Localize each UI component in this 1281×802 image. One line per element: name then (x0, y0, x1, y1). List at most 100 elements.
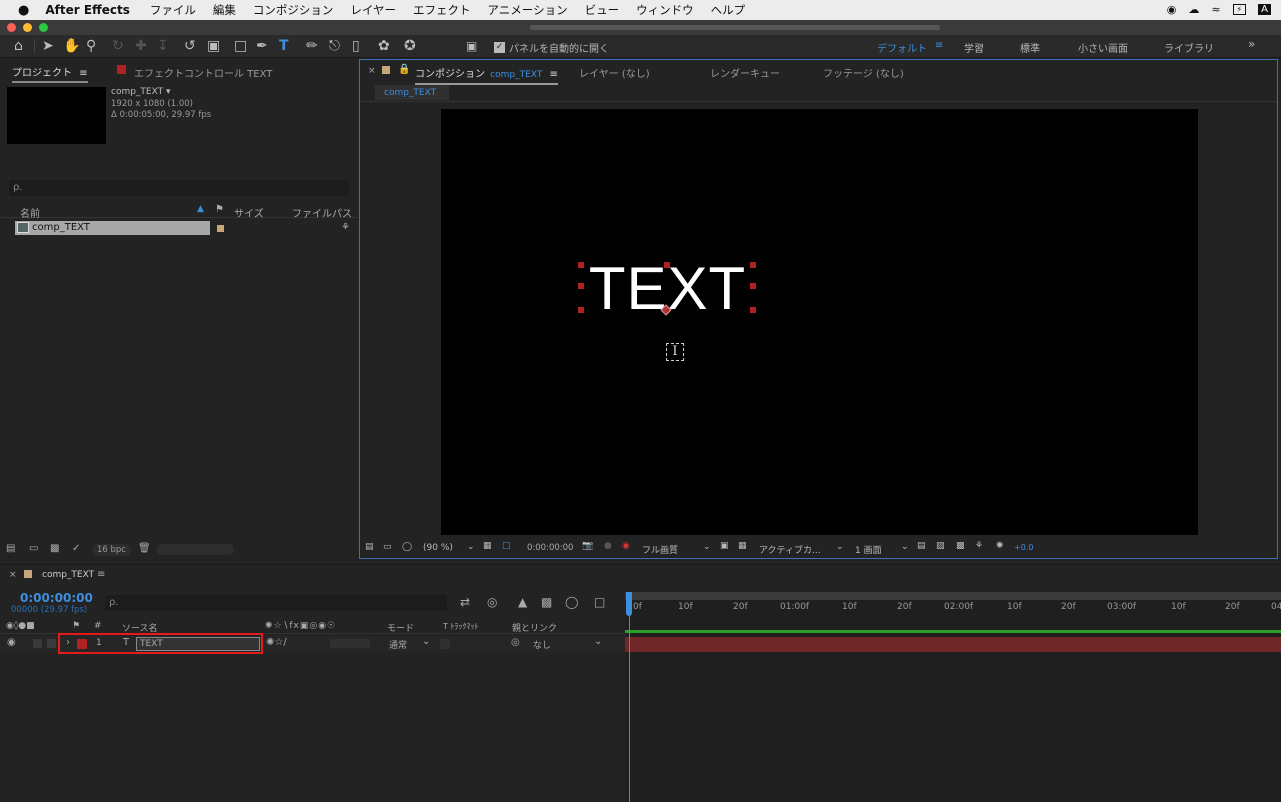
vr-icon[interactable]: ◯ (402, 542, 412, 552)
rotation-tool-icon[interactable]: ↺ (184, 37, 196, 55)
label-column-icon[interactable]: ⚑ (72, 621, 80, 631)
navigator-bar[interactable] (625, 592, 1281, 600)
panel-menu-icon[interactable]: ≡ (550, 69, 558, 80)
tab-render-queue[interactable]: レンダーキュー (710, 65, 780, 80)
zoom-dropdown[interactable]: (90 %) (423, 543, 453, 553)
menu-window[interactable]: ウィンドウ (636, 2, 694, 18)
brush-tool-icon[interactable]: ✏ (306, 37, 318, 55)
interpret-footage-icon[interactable]: ▤ (6, 543, 15, 554)
menu-help[interactable]: ヘルプ (711, 2, 746, 18)
project-search-input[interactable]: ρ. (9, 180, 349, 196)
shy-layers-icon[interactable]: ▲ (518, 595, 527, 609)
new-folder-icon[interactable]: ▭ (29, 543, 38, 554)
tab-effect-controls[interactable]: エフェクトコントロール TEXT (134, 65, 272, 80)
creative-cloud-icon[interactable]: ☁ (1188, 3, 1199, 16)
composition-canvas[interactable]: TEXT I (441, 109, 1198, 535)
chevron-down-icon[interactable]: ⌄ (422, 636, 430, 647)
column-filepath[interactable]: ファイルパス (292, 205, 352, 220)
wifi-icon[interactable]: ≈ (1211, 3, 1220, 16)
bbox-handle[interactable] (750, 262, 756, 268)
motion-blur-icon[interactable]: ◯ (565, 595, 578, 609)
chevron-down-icon[interactable]: ⌄ (467, 542, 475, 552)
sort-ascending-icon[interactable]: ▲ (197, 204, 204, 214)
comp-navigator-tab[interactable]: comp_TEXT (375, 85, 449, 100)
roto-brush-tool-icon[interactable]: ✿ (378, 37, 390, 55)
always-preview-icon[interactable]: ▤ (365, 542, 374, 552)
auto-open-panels-checkbox[interactable]: ✓ パネルを自動的に開く (494, 40, 609, 55)
menu-edit[interactable]: 編集 (213, 2, 236, 18)
time-ruler[interactable]: 0f 10f 20f 01:00f 10f 20f 02:00f 10f 20f… (625, 602, 1281, 618)
close-tab-icon[interactable]: × (9, 570, 17, 580)
close-tab-icon[interactable]: × (368, 66, 376, 76)
tab-layer[interactable]: レイヤー (なし) (579, 65, 650, 80)
close-window-button[interactable] (7, 23, 16, 32)
chevron-down-icon[interactable]: ⌄ (703, 542, 711, 552)
workspace-overflow-button[interactable]: » (1248, 37, 1255, 51)
workspace-standard[interactable]: 標準 (1020, 40, 1040, 55)
column-parent[interactable]: 親とリンク (512, 621, 557, 634)
puppet-pin-tool-icon[interactable]: ✪ (404, 37, 416, 55)
transparency-grid-icon[interactable]: □ (502, 541, 511, 551)
layer-switch-boxes[interactable] (330, 639, 370, 648)
hand-tool-icon[interactable]: ✋ (63, 37, 80, 55)
graph-editor-icon[interactable]: □ (594, 595, 605, 609)
color-channel-icon[interactable]: ◉ (622, 541, 630, 551)
zoom-window-button[interactable] (39, 23, 48, 32)
solo-toggle[interactable] (33, 639, 42, 648)
dolly-camera-icon[interactable]: ↧ (157, 37, 169, 55)
home-icon[interactable]: ⌂ (14, 37, 23, 55)
bbox-handle[interactable] (750, 283, 756, 289)
bit-depth-button[interactable]: 16 bpc (92, 544, 131, 556)
selection-tool-icon[interactable]: ➤ (42, 37, 54, 55)
tab-timeline[interactable]: comp_TEXT (42, 570, 94, 580)
draft-3d-icon[interactable]: ◎ (487, 595, 497, 609)
eraser-tool-icon[interactable]: ▯ (352, 37, 360, 55)
camera-dropdown[interactable]: アクティブカ... (759, 543, 821, 556)
column-name[interactable]: 名前 (20, 205, 40, 220)
timeline-icon[interactable]: ▤ (917, 541, 926, 551)
menu-file[interactable]: ファイル (150, 2, 196, 18)
frame-blending-icon[interactable]: ▩ (541, 595, 552, 609)
type-tool-icon[interactable]: T (279, 37, 289, 55)
zoom-tool-icon[interactable]: ⚲ (86, 37, 96, 55)
label-color-swatch[interactable] (217, 225, 224, 232)
menu-layer[interactable]: レイヤー (350, 2, 396, 18)
project-settings-icon[interactable]: ✓ (72, 543, 80, 554)
project-scrollbar[interactable] (156, 544, 234, 555)
workspace-default[interactable]: デフォルト (877, 40, 927, 55)
pen-tool-icon[interactable]: ✒ (256, 37, 268, 55)
app-menu[interactable]: After Effects (45, 3, 130, 17)
anchor-point-tool-icon[interactable]: ▣ (207, 37, 220, 55)
battery-icon[interactable]: ⚡ (1232, 4, 1247, 15)
chevron-down-icon[interactable]: ⌄ (901, 542, 909, 552)
rectangle-tool-icon[interactable]: □ (234, 37, 247, 55)
workspace-learn[interactable]: 学習 (964, 40, 984, 55)
record-icon[interactable]: ◉ (1167, 3, 1177, 16)
label-column-icon[interactable]: ⚑ (215, 204, 224, 215)
flowchart-icon[interactable]: ⚘ (975, 541, 983, 551)
workspace-libraries[interactable]: ライブラリ (1164, 40, 1214, 55)
minimize-window-button[interactable] (23, 23, 32, 32)
menu-view[interactable]: ビュー (585, 2, 620, 18)
show-snapshot-icon[interactable]: ● (604, 541, 612, 551)
apple-icon[interactable]: ● (18, 3, 29, 18)
pan-camera-icon[interactable]: ✚ (135, 37, 147, 55)
av-features-icons[interactable]: ◉◊●■ (6, 621, 35, 631)
workspace-menu-icon[interactable]: ≡ (935, 40, 943, 51)
column-mode[interactable]: モード (387, 621, 414, 634)
visibility-eye-icon[interactable]: ◉ (7, 637, 16, 648)
tab-composition[interactable]: コンポジション comp_TEXT ≡ (415, 65, 558, 85)
track-matte-toggle[interactable] (440, 639, 450, 649)
clone-stamp-tool-icon[interactable]: ⎋ (329, 37, 340, 55)
resolution-dropdown[interactable]: フル画質 (642, 543, 678, 556)
bbox-handle[interactable] (578, 262, 584, 268)
orbit-camera-icon[interactable]: ↻ (112, 37, 124, 55)
column-size[interactable]: サイズ (234, 205, 264, 220)
timeline-search-input[interactable]: ρ. (105, 595, 447, 611)
blend-mode-dropdown[interactable]: 通常 (389, 638, 407, 651)
checkbox-icon[interactable]: ✓ (494, 42, 505, 53)
bbox-handle[interactable] (578, 307, 584, 313)
comp-mini-flowchart-icon[interactable]: ⇄ (460, 595, 470, 609)
workspace-small-screen[interactable]: 小さい画面 (1078, 40, 1128, 55)
parent-dropdown[interactable]: なし (533, 638, 551, 651)
